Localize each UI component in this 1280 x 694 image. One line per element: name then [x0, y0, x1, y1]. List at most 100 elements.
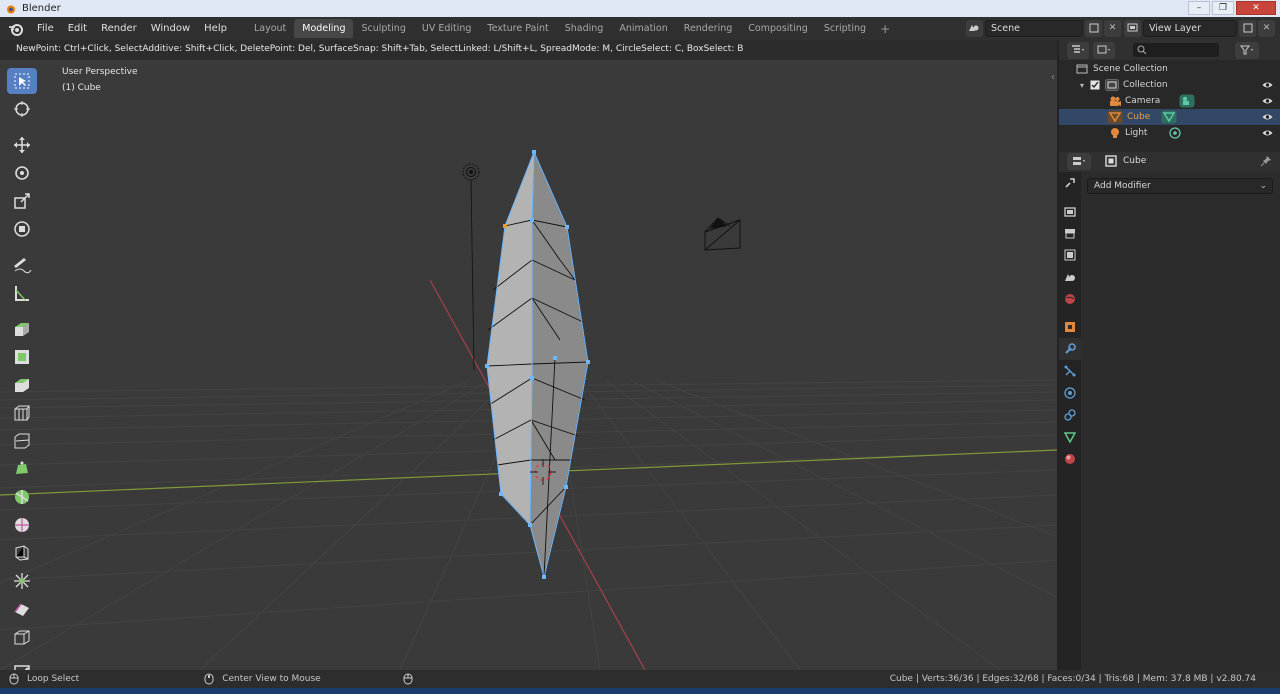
move-icon[interactable] — [7, 132, 37, 158]
world-icon[interactable] — [1059, 288, 1081, 310]
blender-app-icon — [7, 5, 15, 13]
light-object[interactable] — [462, 163, 480, 371]
add-workspace-button[interactable]: + — [874, 22, 896, 36]
visibility-eye-icon[interactable] — [1262, 97, 1273, 105]
tree-row-scene-collection[interactable]: Scene Collection — [1059, 61, 1280, 77]
camera-data-icon[interactable] — [1179, 94, 1195, 108]
new-scene-icon[interactable] — [1085, 19, 1102, 37]
modifier-icon[interactable] — [1059, 338, 1081, 360]
render-icon[interactable] — [1059, 200, 1081, 222]
mouse-left-icon — [9, 673, 19, 685]
close-button[interactable]: ✕ — [1236, 1, 1276, 15]
expand-collection-icon[interactable]: ▾ — [1080, 81, 1084, 90]
blender-logo-icon[interactable] — [8, 21, 24, 37]
mesh-object-icon — [1107, 110, 1123, 124]
tab-shading[interactable]: Shading — [557, 19, 612, 38]
tab-uv-editing[interactable]: UV Editing — [414, 19, 480, 38]
measure-icon[interactable] — [7, 280, 37, 306]
tab-compositing[interactable]: Compositing — [740, 19, 816, 38]
constraints-icon[interactable] — [1059, 404, 1081, 426]
camera-object[interactable] — [704, 217, 741, 251]
light-data-icon[interactable] — [1169, 127, 1182, 139]
tab-sculpting[interactable]: Sculpting — [353, 19, 413, 38]
properties-panel: Cube Add Modifier ⌄ — [1059, 152, 1280, 670]
mesh-data-icon[interactable] — [1161, 110, 1177, 124]
maximize-button[interactable]: ❐ — [1212, 1, 1234, 15]
rotate-icon[interactable] — [7, 160, 37, 186]
object-icon[interactable] — [1059, 316, 1081, 338]
particles-icon[interactable] — [1059, 360, 1081, 382]
pin-icon[interactable] — [1260, 155, 1272, 167]
outliner-view-icon[interactable] — [1093, 41, 1115, 59]
visibility-eye-icon[interactable] — [1262, 81, 1273, 89]
tab-scripting[interactable]: Scripting — [816, 19, 874, 38]
menu-window[interactable]: Window — [144, 17, 197, 40]
view-layer-browse-icon[interactable] — [1124, 19, 1141, 37]
tab-rendering[interactable]: Rendering — [676, 19, 741, 38]
outliner-display-mode-icon[interactable] — [1067, 41, 1089, 59]
transform-icon[interactable] — [7, 216, 37, 242]
properties-editor-type-icon[interactable] — [1067, 152, 1091, 170]
smooth-icon[interactable] — [7, 512, 37, 538]
scene-name-field[interactable]: Scene — [985, 19, 1083, 37]
select-box-icon[interactable] — [7, 68, 37, 94]
poly-build-icon[interactable] — [7, 456, 37, 482]
tree-row-camera[interactable]: Camera — [1059, 93, 1280, 109]
menu-help[interactable]: Help — [197, 17, 234, 40]
window-title-bar: Blender – ❐ ✕ — [0, 0, 1280, 17]
knife-icon[interactable] — [7, 428, 37, 454]
tab-modeling[interactable]: Modeling — [294, 19, 354, 38]
tree-row-light[interactable]: Light — [1059, 125, 1280, 141]
active-object-label: (1) Cube — [62, 83, 101, 93]
tab-layout[interactable]: Layout — [246, 19, 294, 38]
add-cube-icon[interactable] — [7, 660, 37, 670]
tool-icon[interactable] — [1059, 172, 1081, 194]
scene-icon[interactable] — [1059, 266, 1081, 288]
menu-file[interactable]: File — [30, 17, 61, 40]
sidebar-toggle-arrow[interactable]: ‹ — [1051, 72, 1055, 83]
new-view-layer-icon[interactable] — [1239, 19, 1256, 37]
rip-icon[interactable] — [7, 624, 37, 650]
object-type-icon — [1105, 155, 1117, 167]
loop-cut-icon[interactable] — [7, 400, 37, 426]
checkbox-icon[interactable] — [1090, 80, 1100, 90]
cursor-icon[interactable] — [7, 96, 37, 122]
edge-slide-icon[interactable] — [7, 540, 37, 566]
delete-scene-icon[interactable]: ✕ — [1104, 19, 1121, 37]
delete-view-layer-icon[interactable]: ✕ — [1258, 19, 1275, 37]
spin-icon[interactable] — [7, 484, 37, 510]
mesh-cube[interactable] — [485, 150, 590, 579]
bevel-icon[interactable] — [7, 372, 37, 398]
3d-viewport[interactable]: NewPoint: Ctrl+Click, SelectAdditive: Sh… — [0, 40, 1057, 670]
view-layer-name-field[interactable]: View Layer — [1143, 19, 1237, 37]
data-icon[interactable] — [1059, 426, 1081, 448]
filter-icon[interactable] — [1235, 41, 1259, 59]
physics-icon[interactable] — [1059, 382, 1081, 404]
minimize-button[interactable]: – — [1188, 1, 1210, 15]
active-vertex[interactable] — [503, 224, 507, 228]
scene-browse-icon[interactable] — [966, 19, 983, 37]
light-object-icon — [1111, 128, 1119, 138]
menu-edit[interactable]: Edit — [61, 17, 94, 40]
tab-texture-paint[interactable]: Texture Paint — [479, 19, 556, 38]
menu-render[interactable]: Render — [94, 17, 144, 40]
view-layer-icon[interactable] — [1059, 244, 1081, 266]
shear-icon[interactable] — [7, 596, 37, 622]
shrink-fatten-icon[interactable] — [7, 568, 37, 594]
tab-animation[interactable]: Animation — [611, 19, 675, 38]
annotate-icon[interactable] — [7, 252, 37, 278]
add-modifier-dropdown[interactable]: Add Modifier ⌄ — [1087, 178, 1273, 194]
tree-row-cube[interactable]: Cube — [1059, 109, 1280, 125]
output-icon[interactable] — [1059, 222, 1081, 244]
inset-icon[interactable] — [7, 344, 37, 370]
viewport-scene[interactable] — [0, 40, 1057, 670]
status-bar: Loop Select Center View to Mouse Cube | … — [0, 670, 1280, 688]
tree-row-collection[interactable]: ▾ Collection — [1059, 77, 1280, 93]
scene-collection-label: Scene Collection — [1093, 64, 1168, 74]
extrude-icon[interactable] — [7, 316, 37, 342]
outliner-search-field[interactable] — [1133, 43, 1219, 57]
visibility-eye-icon[interactable] — [1262, 129, 1273, 137]
scale-icon[interactable] — [7, 188, 37, 214]
visibility-eye-icon[interactable] — [1262, 113, 1273, 121]
material-icon[interactable] — [1059, 448, 1081, 470]
